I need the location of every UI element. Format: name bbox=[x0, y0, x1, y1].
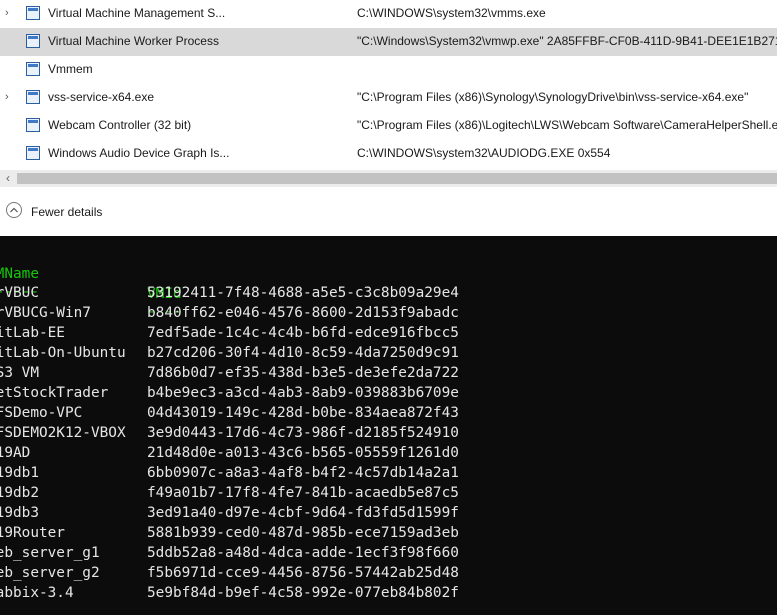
process-window-icon bbox=[26, 118, 40, 132]
vm-name-cell: W19Router bbox=[0, 525, 65, 541]
task-manager-panel: › Virtual Machine Management S... C:\WINDO… bbox=[0, 0, 777, 236]
process-window-icon bbox=[26, 34, 40, 48]
scroll-left-arrow-icon[interactable]: ‹ bbox=[0, 170, 16, 187]
vm-id-cell: b4be9ec3-a3cd-4ab3-8ab9-039883b6709e bbox=[147, 385, 459, 401]
process-name: Virtual Machine Management S... bbox=[48, 6, 226, 20]
vm-name-cell: Web_server_g1 bbox=[0, 545, 100, 561]
vm-name-cell: Zabbix-3.4 bbox=[0, 585, 74, 601]
vm-name-cell: W19db2 bbox=[0, 485, 39, 501]
vm-id-cell: f49a01b7-17f8-4fe7-841b-acaedb5e87c5 bbox=[147, 485, 459, 501]
process-name: Windows Audio Device Graph Is... bbox=[48, 146, 230, 160]
powershell-console[interactable]: VMName VMId ------ ---- OrVBUC53192411-7… bbox=[0, 236, 777, 615]
process-row[interactable]: Virtual Machine Worker Process "C:\Window… bbox=[0, 28, 777, 56]
horizontal-scrollbar[interactable]: ‹ bbox=[0, 170, 777, 187]
process-row[interactable]: › Virtual Machine Management S... C:\WINDO… bbox=[0, 0, 777, 28]
vm-id-cell: b840ff62-e046-4576-8600-2d153f9abadc bbox=[147, 305, 459, 321]
process-row[interactable]: › vss-service-x64.exe "C:\Program Files (x… bbox=[0, 84, 777, 112]
vm-id-cell: 5e9bf84d-b9ef-4c58-992e-077eb84b802f bbox=[147, 585, 459, 601]
vm-name-cell: TFSDemo-VPC bbox=[0, 405, 83, 421]
expand-chevron-icon[interactable]: › bbox=[5, 7, 15, 19]
process-name: Vmmem bbox=[48, 62, 93, 76]
process-row[interactable]: Windows Audio Device Graph Is... C:\WINDO… bbox=[0, 140, 777, 168]
process-command-line: C:\WINDOWS\system32\vmms.exe bbox=[357, 6, 546, 20]
vm-id-cell: 7d86b0d7-ef35-438d-b3e5-de3efe2da722 bbox=[147, 365, 459, 381]
expand-chevron-icon[interactable]: › bbox=[5, 91, 15, 103]
fewer-details-button[interactable]: Fewer details bbox=[0, 197, 140, 227]
vm-id-cell: 21d48d0e-a013-43c6-b565-05559f1261d0 bbox=[147, 445, 459, 461]
process-command-line: "C:\Program Files (x86)\Logitech\LWS\Web… bbox=[357, 118, 777, 132]
process-command-line: C:\WINDOWS\system32\AUDIODG.EXE 0x554 bbox=[357, 146, 611, 160]
process-name: vss-service-x64.exe bbox=[48, 90, 155, 104]
vm-name-cell: Web_server_g2 bbox=[0, 565, 100, 581]
process-window-icon bbox=[26, 6, 40, 20]
vm-name-cell: GitLab-On-Ubuntu bbox=[0, 345, 126, 361]
vm-id-cell: f5b6971d-cce9-4456-8756-57442ab25d48 bbox=[147, 565, 459, 581]
process-window-icon bbox=[26, 90, 40, 104]
vm-name-cell: GitLab-EE bbox=[0, 325, 65, 341]
vm-name-cell: W19AD bbox=[0, 445, 31, 461]
vm-id-cell: 6bb0907c-a8a3-4af8-b4f2-4c57db14a2a1 bbox=[147, 465, 459, 481]
vm-id-cell: 7edf5ade-1c4c-4c4b-b6fd-edce916fbcc5 bbox=[147, 325, 459, 341]
vm-name-cell: NetStockTrader bbox=[0, 385, 109, 401]
process-command-line: "C:\Program Files (x86)\Synology\Synolog… bbox=[357, 90, 749, 104]
chevron-up-icon bbox=[6, 202, 22, 218]
vm-name-cell: OrVBUC bbox=[0, 285, 39, 301]
vm-id-cell: 04d43019-149c-428d-b0be-834aea872f43 bbox=[147, 405, 459, 421]
scrollbar-thumb[interactable] bbox=[17, 173, 777, 184]
process-row[interactable]: Vmmem bbox=[0, 56, 777, 84]
process-name: Virtual Machine Worker Process bbox=[48, 34, 219, 48]
vm-id-cell: b27cd206-30f4-4d10-8c59-4da7250d9c91 bbox=[147, 345, 459, 361]
fewer-details-label: Fewer details bbox=[31, 205, 103, 219]
process-window-icon bbox=[26, 62, 40, 76]
vm-name-cell: TFSDEMO2K12-VBOX bbox=[0, 425, 126, 441]
vm-name-cell: OrVBUCG-Win7 bbox=[0, 305, 91, 321]
vm-name-cell: W19db3 bbox=[0, 505, 39, 521]
vm-name-cell: JS3 VM bbox=[0, 365, 39, 381]
vm-id-cell: 3ed91a40-d97e-4cbf-9d64-fd3fd5d1599f bbox=[147, 505, 459, 521]
process-row[interactable]: Webcam Controller (32 bit) "C:\Program Fi… bbox=[0, 112, 777, 140]
vm-id-cell: 3e9d0443-17d6-4c73-986f-d2185f524910 bbox=[147, 425, 459, 441]
vm-id-cell: 5881b939-ced0-487d-985b-ece7159ad3eb bbox=[147, 525, 459, 541]
vm-id-cell: 53192411-7f48-4688-a5e5-c3c8b09a29e4 bbox=[147, 285, 459, 301]
vm-id-cell: 5ddb52a8-a48d-4dca-adde-1ecf3f98f660 bbox=[147, 545, 459, 561]
process-command-line: "C:\Windows\System32\vmwp.exe" 2A85FFBF-… bbox=[357, 34, 777, 48]
process-window-icon bbox=[26, 146, 40, 160]
vm-name-cell: W19db1 bbox=[0, 465, 39, 481]
process-name: Webcam Controller (32 bit) bbox=[48, 118, 192, 132]
